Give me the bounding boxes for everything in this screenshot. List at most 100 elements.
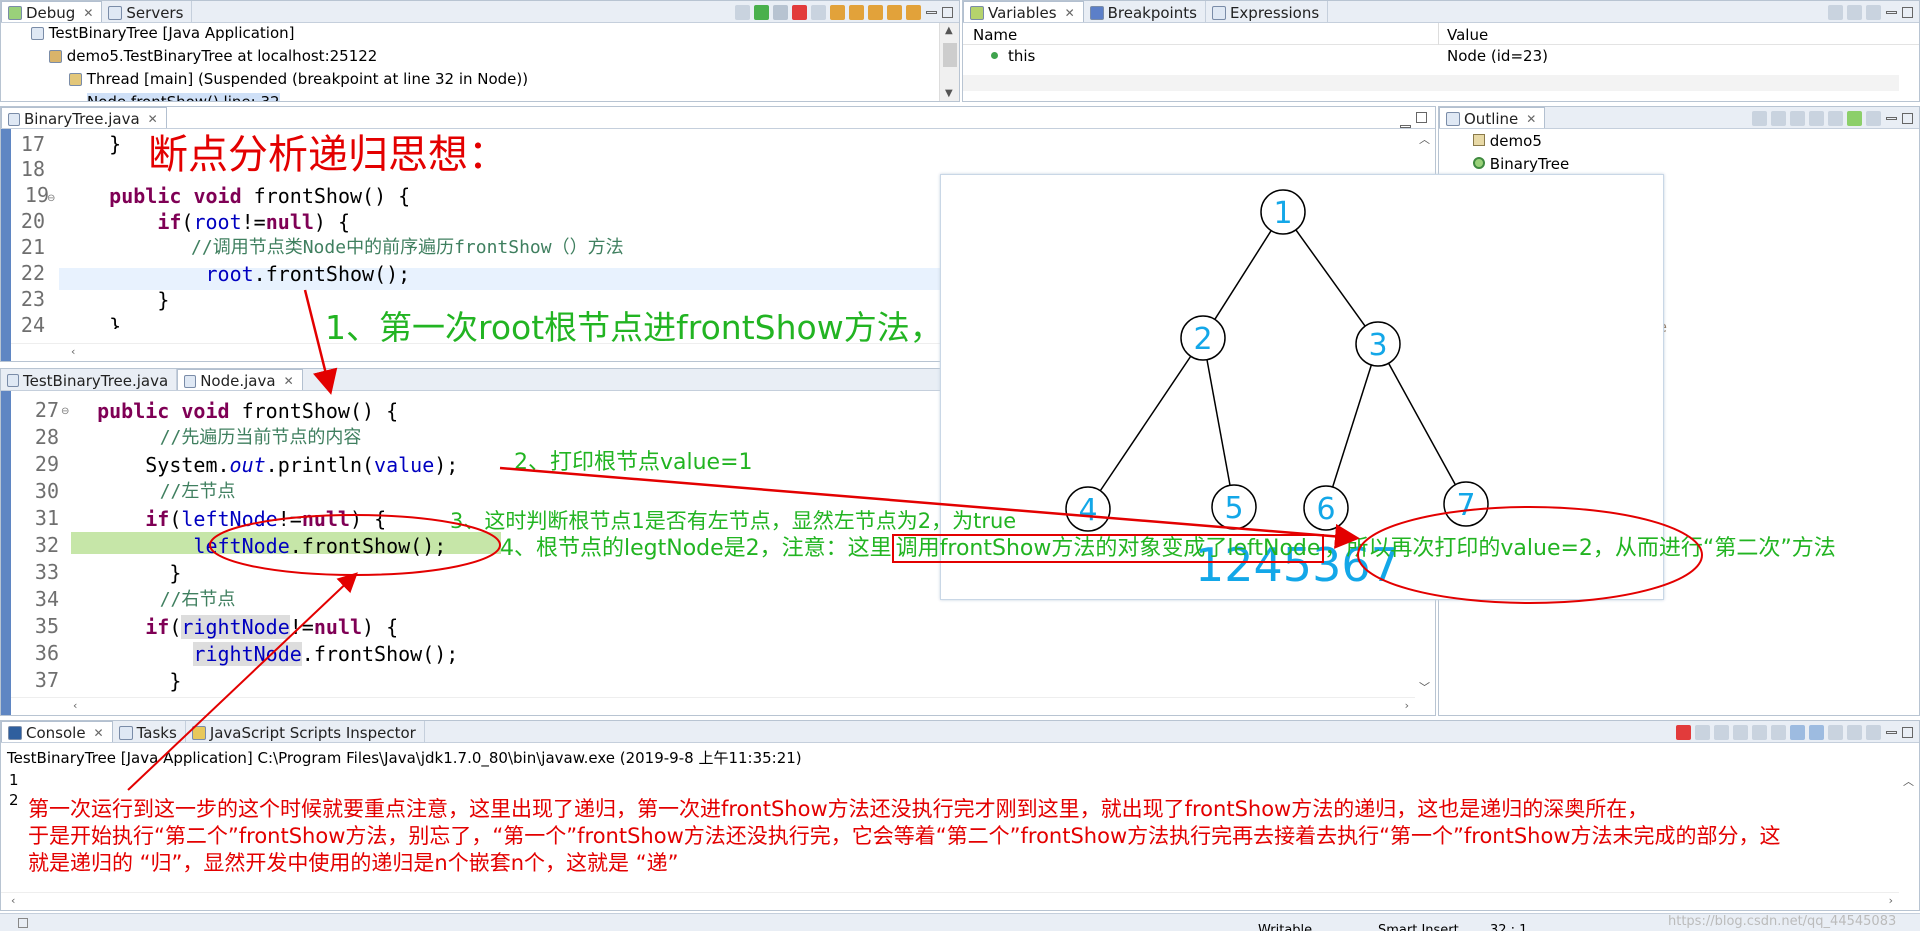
minimize-icon[interactable] xyxy=(926,10,937,14)
code-line[interactable]: } xyxy=(61,133,121,155)
code-line-32[interactable]: leftNode.frontShow(); xyxy=(73,535,446,557)
debug-tree-item[interactable]: Node.frontShow() line: 32 xyxy=(87,93,280,101)
remove-launch-icon[interactable] xyxy=(735,4,750,20)
tab-console[interactable]: Console ✕ xyxy=(1,721,113,742)
breakpoint-gutter[interactable] xyxy=(1,391,11,715)
editor2-hscrollbar[interactable]: ‹ › xyxy=(11,697,1415,715)
resume-icon[interactable] xyxy=(754,4,769,20)
column-header-value[interactable]: Value xyxy=(1447,26,1488,44)
minimize-icon[interactable] xyxy=(1886,730,1897,734)
code-line-29[interactable]: System.out.println(value); xyxy=(73,454,458,476)
code-line-36[interactable]: rightNode.frontShow(); xyxy=(73,642,458,666)
drop-to-frame-icon[interactable] xyxy=(887,4,902,20)
maximize-icon[interactable] xyxy=(1902,112,1913,124)
collapse-all-icon[interactable] xyxy=(1752,110,1767,126)
scroll-left-icon[interactable]: ‹ xyxy=(73,699,77,712)
maximize-icon[interactable] xyxy=(1902,6,1913,18)
code-line-27[interactable]: public void frontShow() { xyxy=(73,400,398,422)
pin-console-icon[interactable] xyxy=(1828,724,1843,740)
show-on-output-icon[interactable] xyxy=(1790,724,1805,740)
fold-icon[interactable]: ⊖ xyxy=(61,406,69,417)
scroll-left-icon[interactable]: ‹ xyxy=(71,345,75,358)
close-icon[interactable]: ✕ xyxy=(1065,6,1075,20)
debug-tree-item[interactable]: demo5.TestBinaryTree at localhost:25122 xyxy=(49,47,377,65)
hide-fields-icon[interactable] xyxy=(1790,110,1805,126)
tab-binarytree-java[interactable]: BinaryTree.java ✕ xyxy=(1,107,167,128)
minimize-icon[interactable] xyxy=(1400,125,1411,128)
hide-static-icon[interactable] xyxy=(1809,110,1824,126)
view-menu-icon[interactable] xyxy=(1866,110,1881,126)
maximize-icon[interactable] xyxy=(1902,726,1913,738)
minimize-icon[interactable] xyxy=(1886,10,1897,14)
code-line[interactable]: //先遍历当前节点的内容 xyxy=(73,427,362,449)
variables-hscrollbar[interactable] xyxy=(963,75,1899,91)
open-console-icon[interactable] xyxy=(1866,724,1881,740)
maximize-icon[interactable] xyxy=(1416,112,1427,123)
close-icon[interactable]: ✕ xyxy=(1526,112,1536,126)
debug-tree-item[interactable]: TestBinaryTree [Java Application] xyxy=(31,24,295,42)
collapse-all-icon[interactable] xyxy=(1847,4,1862,20)
terminate-icon[interactable] xyxy=(792,4,807,20)
debug-scrollbar[interactable]: ▲ ▼ xyxy=(939,23,959,101)
console-output-line[interactable]: 2 xyxy=(9,791,19,809)
close-icon[interactable]: ✕ xyxy=(284,374,294,388)
scroll-lock-icon[interactable] xyxy=(1752,724,1767,740)
remove-launch-icon[interactable] xyxy=(1695,724,1710,740)
maximize-icon[interactable] xyxy=(942,6,953,18)
clear-console-icon[interactable] xyxy=(1733,724,1748,740)
scroll-right-icon[interactable]: › xyxy=(1889,894,1893,907)
column-header-name[interactable]: Name xyxy=(973,26,1017,44)
scroll-up-icon[interactable]: ︿ xyxy=(1419,131,1430,147)
minimize-icon[interactable] xyxy=(1886,116,1897,120)
console-hscrollbar[interactable]: ‹ › xyxy=(1,892,1899,910)
scroll-up-icon[interactable]: ▲ xyxy=(945,25,953,36)
close-icon[interactable]: ✕ xyxy=(83,6,93,20)
tab-js-inspector[interactable]: JavaScript Scripts Inspector xyxy=(186,721,425,742)
code-line[interactable]: //右节点 xyxy=(73,589,236,611)
fold-icon[interactable]: ⊖ xyxy=(47,193,55,204)
close-icon[interactable]: ✕ xyxy=(148,112,158,126)
scroll-down-icon[interactable]: ﹀ xyxy=(1419,679,1430,695)
terminate-icon[interactable] xyxy=(1676,724,1691,740)
hide-local-types-icon[interactable] xyxy=(1847,110,1862,126)
code-line-35[interactable]: if(rightNode!=null) { xyxy=(73,615,398,639)
close-icon[interactable]: ✕ xyxy=(94,726,104,740)
scroll-right-icon[interactable]: › xyxy=(1405,699,1409,712)
step-return-icon[interactable] xyxy=(868,4,883,20)
tab-variables[interactable]: Variables ✕ xyxy=(963,1,1084,22)
console-output-line[interactable]: 1 xyxy=(9,771,19,789)
hide-nonpublic-icon[interactable] xyxy=(1828,110,1843,126)
step-over-icon[interactable] xyxy=(849,4,864,20)
step-into-icon[interactable] xyxy=(830,4,845,20)
code-line[interactable]: //调用节点类Node中的前序遍历frontShow（）方法 xyxy=(61,237,624,259)
scroll-left-icon[interactable]: ‹ xyxy=(11,894,15,907)
tab-debug[interactable]: Debug ✕ xyxy=(1,1,103,22)
display-console-icon[interactable] xyxy=(1847,724,1862,740)
outline-item[interactable]: demo5 xyxy=(1473,132,1542,150)
disconnect-icon[interactable] xyxy=(811,4,826,20)
variable-row[interactable]: this Node (id=23) xyxy=(963,46,1919,66)
tab-servers[interactable]: Servers xyxy=(102,1,193,22)
code-line[interactable]: } xyxy=(73,562,181,584)
code-line[interactable]: } xyxy=(61,289,169,311)
console-vscrollbar[interactable]: ︿ xyxy=(1899,771,1919,892)
code-line-31[interactable]: if(leftNode!=null) { xyxy=(73,508,386,530)
scroll-up-icon[interactable]: ︿ xyxy=(1903,773,1914,789)
code-line-22[interactable]: root.frontShow(); xyxy=(61,263,411,285)
code-line-19[interactable]: public void frontShow() { xyxy=(61,185,410,207)
remove-all-icon[interactable] xyxy=(1714,724,1729,740)
code-line-20[interactable]: if(root!=null) { xyxy=(61,211,350,233)
code-line[interactable]: //左节点 xyxy=(73,481,236,503)
word-wrap-icon[interactable] xyxy=(1771,724,1786,740)
tab-outline[interactable]: Outline ✕ xyxy=(1439,107,1546,128)
tab-expressions[interactable]: Expressions xyxy=(1206,1,1329,22)
breakpoint-gutter[interactable] xyxy=(1,129,11,361)
tab-breakpoints[interactable]: Breakpoints xyxy=(1084,1,1206,22)
view-menu-icon[interactable] xyxy=(1866,4,1881,20)
outline-item[interactable]: BinaryTree xyxy=(1473,155,1569,173)
use-step-filters-icon[interactable] xyxy=(906,4,921,20)
tab-node-java[interactable]: Node.java ✕ xyxy=(177,369,303,390)
code-line[interactable]: } xyxy=(61,315,121,329)
show-on-error-icon[interactable] xyxy=(1809,724,1824,740)
scroll-down-icon[interactable]: ▼ xyxy=(945,88,953,99)
